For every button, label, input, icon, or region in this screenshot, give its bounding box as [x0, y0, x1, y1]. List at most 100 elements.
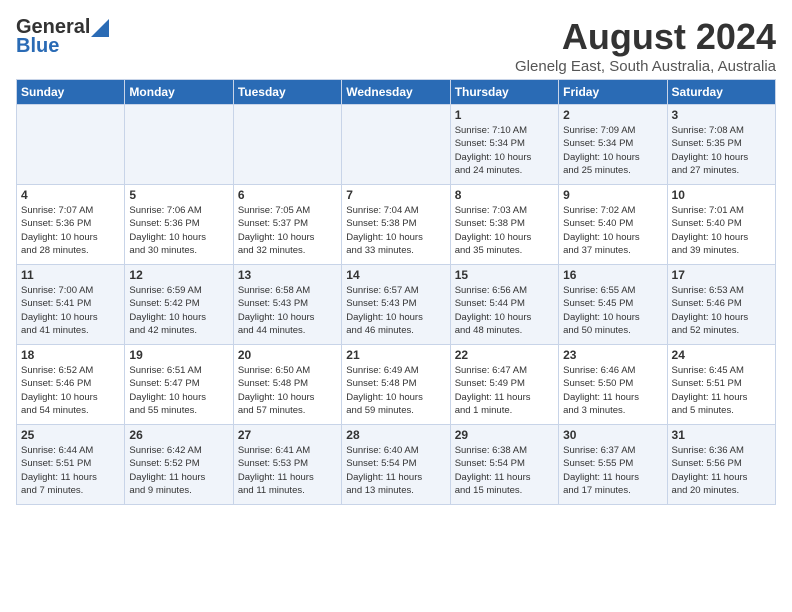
day-number: 14 — [346, 268, 445, 282]
day-number: 31 — [672, 428, 771, 442]
calendar-cell: 11 Sunrise: 7:00 AM Sunset: 5:41 PM Dayli… — [17, 265, 125, 345]
subtitle: Glenelg East, South Australia, Australia — [515, 58, 776, 75]
calendar-cell: 29 Sunrise: 6:38 AM Sunset: 5:54 PM Dayli… — [450, 425, 558, 505]
weekday-header-sunday: Sunday — [17, 80, 125, 105]
logo-icon — [91, 19, 109, 37]
calendar-cell: 27Sunrise: 6:41 AM Sunset: 5:53 PM Dayli… — [233, 425, 341, 505]
day-info: Sunrise: 6:51 AM Sunset: 5:47 PM Dayligh… — [129, 365, 206, 416]
calendar-cell: 31 Sunrise: 6:36 AM Sunset: 5:56 PM Dayli… — [667, 425, 775, 505]
calendar-week-5: 25Sunrise: 6:44 AM Sunset: 5:51 PM Dayli… — [17, 425, 776, 505]
day-info: Sunrise: 6:58 AM Sunset: 5:43 PM Dayligh… — [238, 285, 315, 336]
day-number: 12 — [129, 268, 228, 282]
calendar-table: SundayMondayTuesdayWednesdayThursdayFrid… — [16, 79, 776, 505]
day-number: 17 — [672, 268, 771, 282]
day-number: 20 — [238, 348, 337, 362]
day-number: 2 — [563, 108, 662, 122]
day-number: 29 — [455, 428, 554, 442]
calendar-cell: 26 Sunrise: 6:42 AM Sunset: 5:52 PM Dayli… — [125, 425, 233, 505]
day-number: 23 — [563, 348, 662, 362]
calendar-cell: 30Sunrise: 6:37 AM Sunset: 5:55 PM Dayli… — [559, 425, 667, 505]
logo: General Blue — [16, 16, 110, 58]
day-info: Sunrise: 7:06 AM Sunset: 5:36 PM Dayligh… — [129, 205, 206, 256]
calendar-cell: 3 Sunrise: 7:08 AM Sunset: 5:35 PM Daylig… — [667, 105, 775, 185]
weekday-header-monday: Monday — [125, 80, 233, 105]
calendar-cell: 21Sunrise: 6:49 AM Sunset: 5:48 PM Dayli… — [342, 345, 450, 425]
day-number: 11 — [21, 268, 120, 282]
day-info: Sunrise: 7:04 AM Sunset: 5:38 PM Dayligh… — [346, 205, 423, 256]
day-info: Sunrise: 6:56 AM Sunset: 5:44 PM Dayligh… — [455, 285, 532, 336]
day-info: Sunrise: 7:08 AM Sunset: 5:35 PM Dayligh… — [672, 125, 749, 176]
day-info: Sunrise: 6:42 AM Sunset: 5:52 PM Dayligh… — [129, 445, 205, 496]
day-info: Sunrise: 6:59 AM Sunset: 5:42 PM Dayligh… — [129, 285, 206, 336]
weekday-header-thursday: Thursday — [450, 80, 558, 105]
day-number: 4 — [21, 188, 120, 202]
day-info: Sunrise: 7:07 AM Sunset: 5:36 PM Dayligh… — [21, 205, 98, 256]
calendar-cell: 14Sunrise: 6:57 AM Sunset: 5:43 PM Dayli… — [342, 265, 450, 345]
calendar-cell: 15 Sunrise: 6:56 AM Sunset: 5:44 PM Dayli… — [450, 265, 558, 345]
calendar-cell: 9Sunrise: 7:02 AM Sunset: 5:40 PM Daylig… — [559, 185, 667, 265]
day-info: Sunrise: 6:49 AM Sunset: 5:48 PM Dayligh… — [346, 365, 423, 416]
weekday-header-wednesday: Wednesday — [342, 80, 450, 105]
calendar-cell: 28 Sunrise: 6:40 AM Sunset: 5:54 PM Dayli… — [342, 425, 450, 505]
calendar-cell: 17 Sunrise: 6:53 AM Sunset: 5:46 PM Dayli… — [667, 265, 775, 345]
day-info: Sunrise: 6:50 AM Sunset: 5:48 PM Dayligh… — [238, 365, 315, 416]
calendar-week-1: 1Sunrise: 7:10 AM Sunset: 5:34 PM Daylig… — [17, 105, 776, 185]
day-number: 24 — [672, 348, 771, 362]
day-number: 19 — [129, 348, 228, 362]
day-number: 22 — [455, 348, 554, 362]
day-number: 5 — [129, 188, 228, 202]
calendar-cell — [17, 105, 125, 185]
day-number: 30 — [563, 428, 662, 442]
day-number: 25 — [21, 428, 120, 442]
weekday-header-saturday: Saturday — [667, 80, 775, 105]
day-info: Sunrise: 6:40 AM Sunset: 5:54 PM Dayligh… — [346, 445, 422, 496]
day-number: 28 — [346, 428, 445, 442]
weekday-header-row: SundayMondayTuesdayWednesdayThursdayFrid… — [17, 80, 776, 105]
day-number: 13 — [238, 268, 337, 282]
calendar-cell: 18 Sunrise: 6:52 AM Sunset: 5:46 PM Dayli… — [17, 345, 125, 425]
day-info: Sunrise: 7:05 AM Sunset: 5:37 PM Dayligh… — [238, 205, 315, 256]
day-info: Sunrise: 7:00 AM Sunset: 5:41 PM Dayligh… — [21, 285, 98, 336]
day-number: 18 — [21, 348, 120, 362]
weekday-header-friday: Friday — [559, 80, 667, 105]
day-info: Sunrise: 6:46 AM Sunset: 5:50 PM Dayligh… — [563, 365, 639, 416]
day-info: Sunrise: 7:03 AM Sunset: 5:38 PM Dayligh… — [455, 205, 532, 256]
day-number: 16 — [563, 268, 662, 282]
day-info: Sunrise: 7:01 AM Sunset: 5:40 PM Dayligh… — [672, 205, 749, 256]
calendar-cell: 16 Sunrise: 6:55 AM Sunset: 5:45 PM Dayli… — [559, 265, 667, 345]
day-info: Sunrise: 6:53 AM Sunset: 5:46 PM Dayligh… — [672, 285, 749, 336]
calendar-week-3: 11 Sunrise: 7:00 AM Sunset: 5:41 PM Dayli… — [17, 265, 776, 345]
day-number: 7 — [346, 188, 445, 202]
calendar-cell: 25Sunrise: 6:44 AM Sunset: 5:51 PM Dayli… — [17, 425, 125, 505]
calendar-cell: 6 Sunrise: 7:05 AM Sunset: 5:37 PM Daylig… — [233, 185, 341, 265]
calendar-cell — [233, 105, 341, 185]
day-number: 26 — [129, 428, 228, 442]
day-info: Sunrise: 6:52 AM Sunset: 5:46 PM Dayligh… — [21, 365, 98, 416]
calendar-cell — [125, 105, 233, 185]
day-number: 15 — [455, 268, 554, 282]
day-info: Sunrise: 7:09 AM Sunset: 5:34 PM Dayligh… — [563, 125, 640, 176]
day-info: Sunrise: 6:38 AM Sunset: 5:54 PM Dayligh… — [455, 445, 531, 496]
day-number: 6 — [238, 188, 337, 202]
day-info: Sunrise: 6:45 AM Sunset: 5:51 PM Dayligh… — [672, 365, 748, 416]
title-area: August 2024 Glenelg East, South Australi… — [515, 16, 776, 75]
calendar-cell: 22 Sunrise: 6:47 AM Sunset: 5:49 PM Dayli… — [450, 345, 558, 425]
header: General Blue August 2024 Glenelg East, S… — [16, 16, 776, 75]
calendar-cell: 8 Sunrise: 7:03 AM Sunset: 5:38 PM Daylig… — [450, 185, 558, 265]
day-number: 3 — [672, 108, 771, 122]
calendar-cell: 1Sunrise: 7:10 AM Sunset: 5:34 PM Daylig… — [450, 105, 558, 185]
calendar-cell: 2 Sunrise: 7:09 AM Sunset: 5:34 PM Daylig… — [559, 105, 667, 185]
day-info: Sunrise: 6:47 AM Sunset: 5:49 PM Dayligh… — [455, 365, 531, 416]
day-number: 8 — [455, 188, 554, 202]
calendar-cell: 23 Sunrise: 6:46 AM Sunset: 5:50 PM Dayli… — [559, 345, 667, 425]
main-title: August 2024 — [515, 16, 776, 58]
day-info: Sunrise: 6:55 AM Sunset: 5:45 PM Dayligh… — [563, 285, 640, 336]
day-info: Sunrise: 6:41 AM Sunset: 5:53 PM Dayligh… — [238, 445, 314, 496]
day-info: Sunrise: 6:36 AM Sunset: 5:56 PM Dayligh… — [672, 445, 748, 496]
logo-blue: Blue — [16, 35, 59, 58]
calendar-cell: 4 Sunrise: 7:07 AM Sunset: 5:36 PM Daylig… — [17, 185, 125, 265]
day-number: 10 — [672, 188, 771, 202]
calendar-cell: 7 Sunrise: 7:04 AM Sunset: 5:38 PM Daylig… — [342, 185, 450, 265]
weekday-header-tuesday: Tuesday — [233, 80, 341, 105]
calendar-week-4: 18 Sunrise: 6:52 AM Sunset: 5:46 PM Dayli… — [17, 345, 776, 425]
